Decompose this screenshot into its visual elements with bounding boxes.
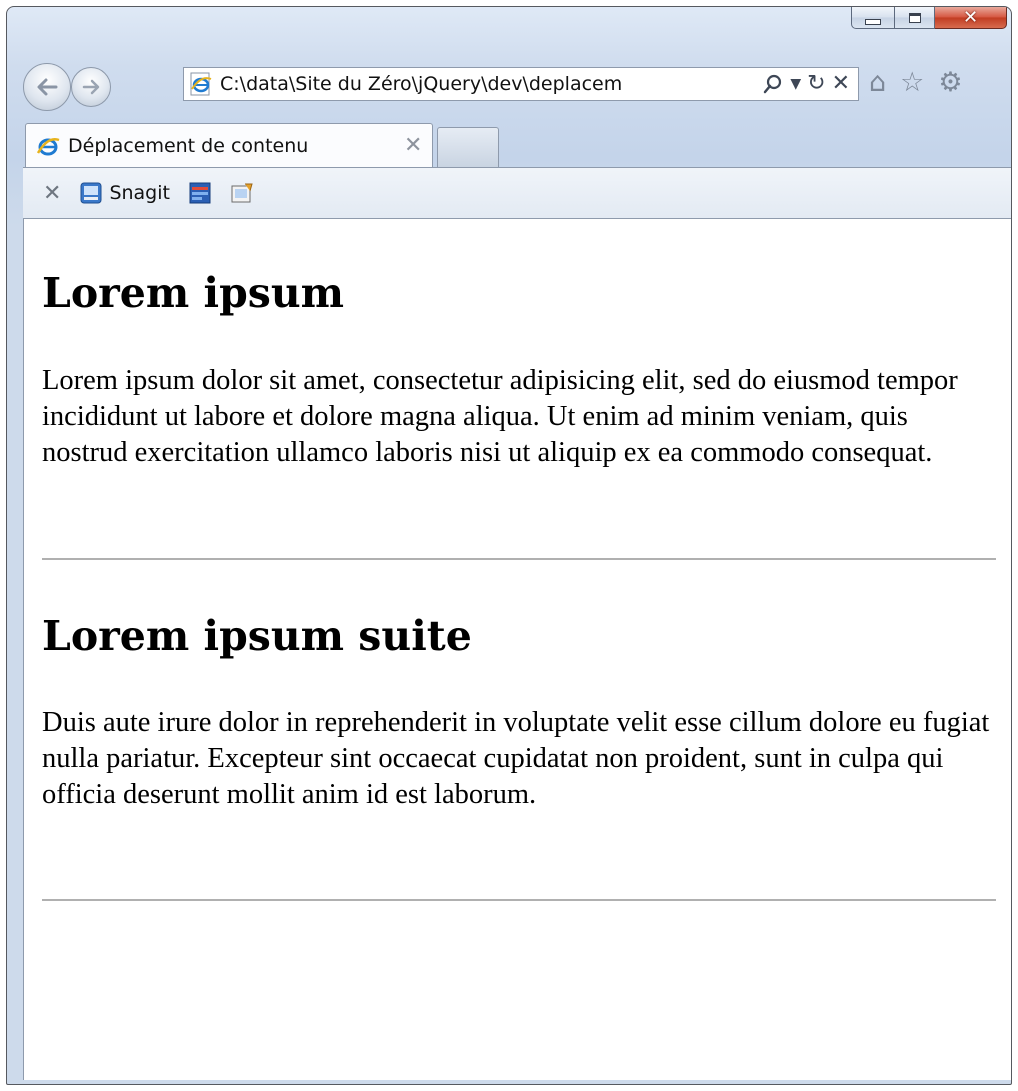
ie-logo-icon [36, 137, 60, 155]
close-icon: ✕ [962, 6, 979, 28]
section-paragraph: Lorem ipsum dolor sit amet, consectetur … [42, 365, 958, 468]
address-tools: ▼ ↻ ✕ [762, 73, 858, 95]
edit-image-icon [231, 183, 253, 203]
forward-arrow-icon [82, 79, 100, 95]
snagit-capture-button[interactable] [188, 181, 212, 205]
divider [42, 899, 996, 901]
tab-title: Déplacement de contenu [68, 134, 309, 157]
stop-icon[interactable]: ✕ [832, 73, 850, 95]
dropdown-arrow-icon[interactable]: ▼ [790, 77, 801, 91]
browser-window: ✕ C:\data\Site du Zéro\jQuery\dev\deplac… [6, 6, 1012, 1085]
search-icon[interactable] [762, 73, 784, 95]
snagit-button[interactable]: Snagit [79, 181, 170, 205]
snagit-icon [80, 182, 102, 204]
new-tab-button[interactable] [437, 127, 499, 167]
maximize-button[interactable] [895, 7, 935, 29]
maximize-icon [908, 12, 921, 23]
command-bar: ✕ Snagit [23, 167, 1011, 219]
refresh-icon[interactable]: ↻ [807, 73, 825, 95]
close-command-bar-icon[interactable]: ✕ [43, 181, 61, 206]
gear-icon[interactable]: ⚙ [938, 69, 962, 96]
page-content: Lorem ipsum Lorem ipsum dolor sit amet, … [23, 219, 1011, 1080]
snagit-edit-button[interactable] [230, 181, 254, 205]
tab-active[interactable]: Déplacement de contenu ✕ [25, 123, 433, 167]
ie-page-icon [190, 72, 212, 96]
browser-toolbar-icons: ⌂ ☆ ⚙ [869, 69, 963, 96]
back-button[interactable] [23, 63, 71, 111]
forward-button[interactable] [71, 67, 111, 107]
tab-strip: Déplacement de contenu ✕ [25, 123, 1005, 167]
address-bar[interactable]: C:\data\Site du Zéro\jQuery\dev\deplacem… [183, 67, 859, 101]
minimize-button[interactable] [851, 7, 895, 29]
home-icon[interactable]: ⌂ [869, 69, 886, 96]
window-controls: ✕ [851, 7, 1007, 29]
section-paragraph: Duis aute irure dolor in reprehenderit i… [42, 707, 990, 810]
snagit-label: Snagit [109, 182, 170, 204]
divider [42, 558, 996, 560]
close-window-button[interactable]: ✕ [935, 7, 1007, 29]
address-url[interactable]: C:\data\Site du Zéro\jQuery\dev\deplacem [220, 73, 710, 95]
section-heading: Lorem ipsum [42, 269, 345, 317]
favorites-star-icon[interactable]: ☆ [900, 69, 924, 96]
navigation-bar: C:\data\Site du Zéro\jQuery\dev\deplacem… [23, 61, 1011, 111]
minimize-icon [865, 18, 881, 25]
section-heading: Lorem ipsum suite [42, 612, 472, 660]
tab-close-icon[interactable]: ✕ [404, 133, 422, 158]
back-arrow-icon [37, 78, 58, 96]
capture-window-icon [189, 182, 211, 204]
